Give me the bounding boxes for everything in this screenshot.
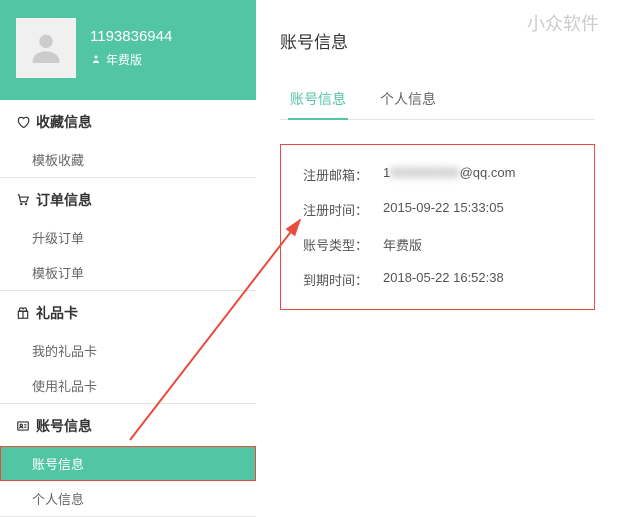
nav-section-orders: 订单信息 升级订单 模板订单 [0,178,256,291]
info-row-reg-time: 注册时间： 2015-09-22 15:33:05 [303,200,572,219]
badge-label: 年费版 [106,51,142,68]
watermark: 小众软件 [527,10,599,36]
email-value: 1XXXXXXXX@qq.com [383,165,515,184]
info-row-expire: 到期时间： 2018-05-22 16:52:38 [303,270,572,289]
membership-badge: 年费版 [90,51,142,68]
reg-time-label: 注册时间： [303,200,383,219]
avatar [16,18,76,78]
gift-icon [16,306,30,320]
nav-item-use-gift[interactable]: 使用礼品卡 [0,368,256,403]
nav-item-my-gift[interactable]: 我的礼品卡 [0,333,256,368]
tabs: 账号信息 个人信息 [280,81,595,120]
tab-personal-info[interactable]: 个人信息 [378,81,438,119]
id-card-icon [16,419,30,433]
nav-header-orders: 订单信息 [0,178,256,220]
user-icon [90,53,102,65]
nav-header-account: 账号信息 [0,404,256,446]
main-content: 账号信息 账号信息 个人信息 注册邮箱： 1XXXXXXXX@qq.com 注册… [256,0,619,505]
nav-item-personal-info[interactable]: 个人信息 [0,481,256,516]
nav-section-account: 账号信息 账号信息 个人信息 [0,404,256,517]
expire-value: 2018-05-22 16:52:38 [383,270,504,289]
nav-item-template-favorites[interactable]: 模板收藏 [0,142,256,177]
nav-section-gift: 礼品卡 我的礼品卡 使用礼品卡 [0,291,256,404]
sidebar: 1193836944 年费版 收藏信息 模板收藏 订单信息 升级订单 模板订单 … [0,0,256,505]
username: 1193836944 [90,28,172,45]
type-value: 年费版 [383,235,422,254]
expire-label: 到期时间： [303,270,383,289]
cart-icon [16,193,30,207]
email-label: 注册邮箱： [303,165,383,184]
account-info-box: 注册邮箱： 1XXXXXXXX@qq.com 注册时间： 2015-09-22 … [280,144,595,310]
info-row-type: 账号类型： 年费版 [303,235,572,254]
type-label: 账号类型： [303,235,383,254]
nav-item-account-info[interactable]: 账号信息 [0,446,256,481]
nav-header-favorites: 收藏信息 [0,100,256,142]
nav-item-upgrade-orders[interactable]: 升级订单 [0,220,256,255]
nav-section-favorites: 收藏信息 模板收藏 [0,100,256,178]
info-row-email: 注册邮箱： 1XXXXXXXX@qq.com [303,165,572,184]
nav-item-template-orders[interactable]: 模板订单 [0,255,256,290]
heart-icon [16,115,30,129]
profile-header: 1193836944 年费版 [0,0,256,100]
reg-time-value: 2015-09-22 15:33:05 [383,200,504,219]
nav-header-gift: 礼品卡 [0,291,256,333]
tab-account-info[interactable]: 账号信息 [288,81,348,119]
